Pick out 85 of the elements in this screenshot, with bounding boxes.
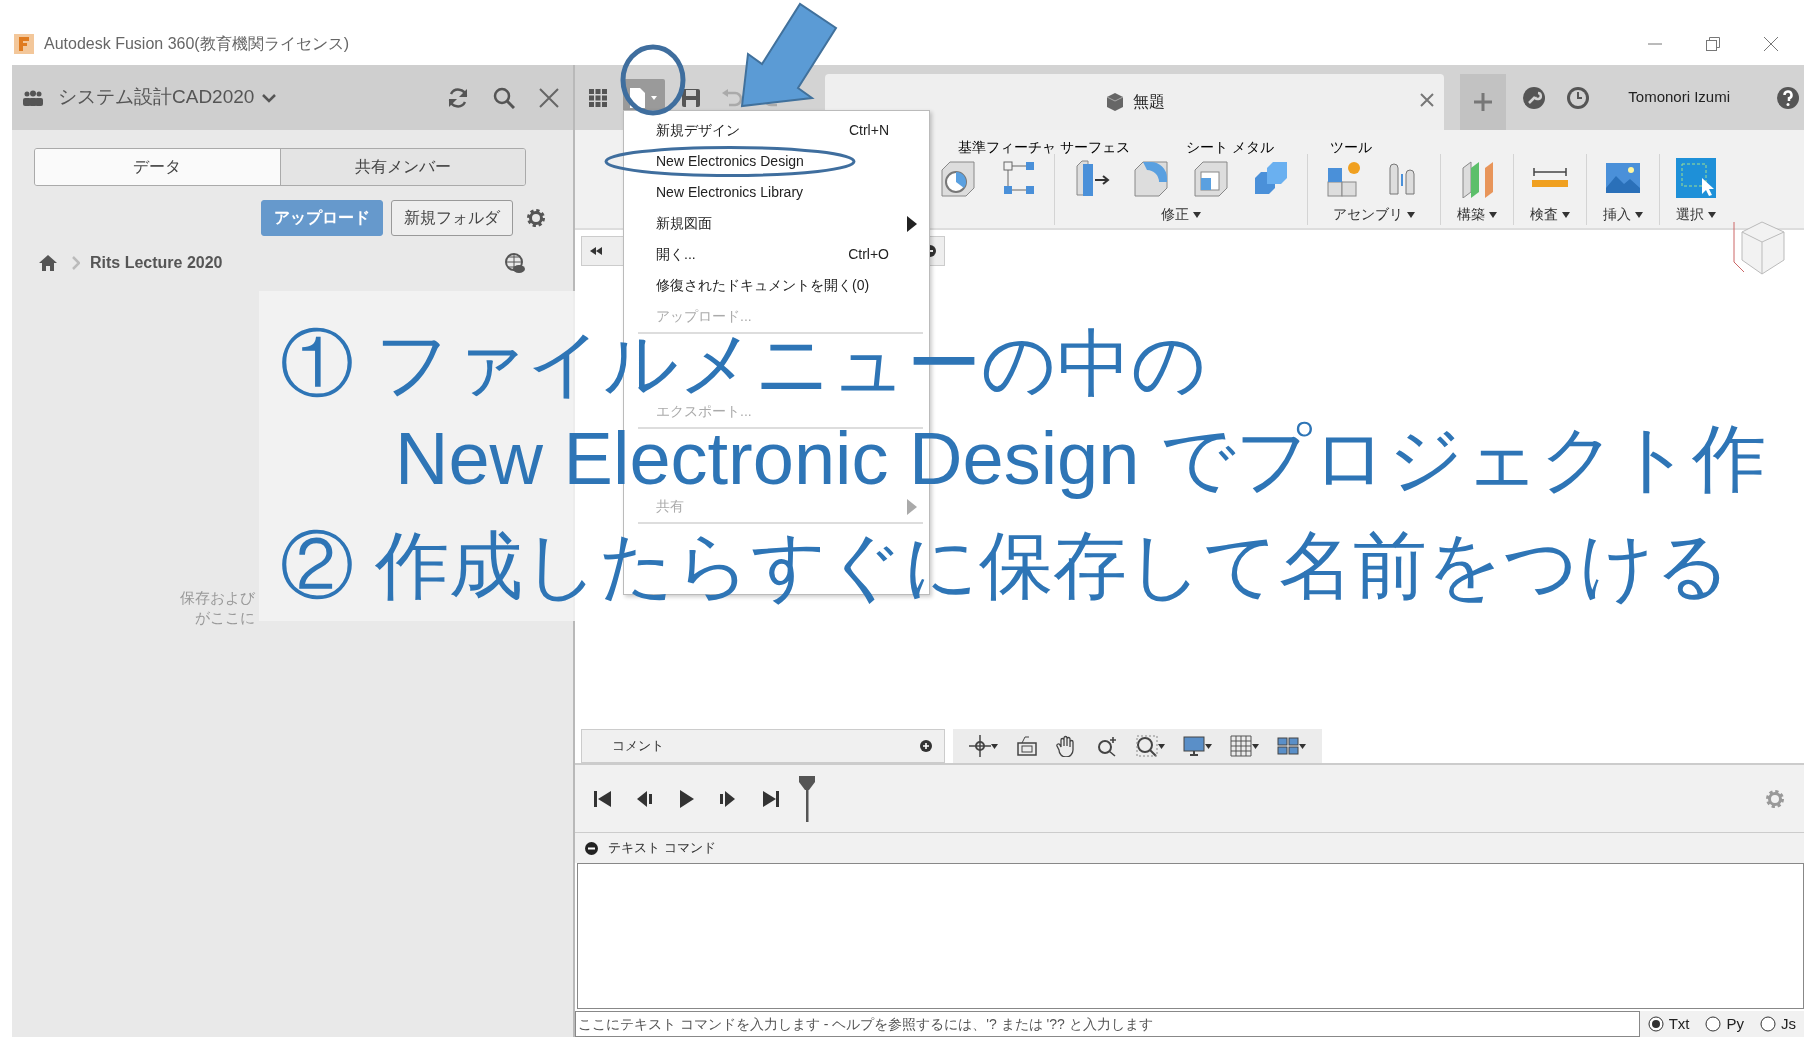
ribbon-group-dropdown[interactable]: 検査	[1530, 204, 1570, 225]
chevron-right-icon	[72, 256, 80, 270]
empty-message: 保存および がここに	[179, 588, 255, 627]
help-icon	[1776, 85, 1800, 110]
caret-down-icon	[1407, 211, 1415, 218]
close-icon	[539, 87, 559, 108]
zoom-icon	[1096, 735, 1118, 757]
file-icon	[629, 86, 659, 109]
minimize-icon	[1648, 42, 1662, 45]
submenu-arrow-icon	[907, 498, 917, 515]
mode-radio[interactable]: Txt	[1647, 1012, 1698, 1036]
timeline-marker-icon	[799, 775, 815, 822]
caret-down-icon	[1193, 211, 1201, 218]
grid-icon	[589, 88, 607, 107]
circle-marker	[620, 44, 686, 116]
text-command-field[interactable]: ここにテキスト コマンドを入力します - ヘルプを参照するには、'? または '?? と入力します	[575, 1011, 1640, 1037]
ribbon-group-dropdown[interactable]: 構築	[1457, 204, 1497, 225]
caret-down-icon	[1299, 743, 1306, 749]
caret-down-icon	[1708, 211, 1716, 218]
collapse-button[interactable]	[585, 841, 598, 855]
close-icon	[1420, 93, 1435, 108]
ribbon-tab[interactable]: ツール	[1329, 137, 1372, 158]
plus-circle-icon	[920, 740, 932, 752]
caret-down-icon	[1635, 211, 1643, 218]
box-icon	[1104, 92, 1125, 112]
breadcrumb-link[interactable]: Rits Lecture 2020	[90, 251, 223, 275]
look-at-icon	[1016, 735, 1038, 757]
home-icon	[38, 254, 58, 272]
collapse-left-icon	[590, 247, 602, 255]
menu-item[interactable]: 新規図面	[624, 208, 929, 239]
viewports-icon	[1277, 735, 1299, 757]
callout-text: ② 作成したらすぐに保存して名前をつける	[280, 528, 1731, 605]
undo-icon	[721, 88, 743, 107]
mode-radio[interactable]: Js	[1760, 1012, 1804, 1036]
skip-end-icon	[761, 788, 781, 809]
minus-circle-icon	[585, 841, 598, 855]
fillet-icon	[1131, 158, 1171, 198]
clock-icon	[1566, 85, 1591, 110]
user-account-button[interactable]: Tomonori Izumi	[1624, 82, 1734, 113]
select-icon	[1676, 158, 1716, 198]
caret-down-icon	[1562, 211, 1570, 218]
panel-tab[interactable]: データ	[35, 149, 280, 185]
search-icon	[493, 86, 515, 109]
ribbon-group-dropdown[interactable]: 選択	[1676, 204, 1716, 225]
close-icon	[1764, 36, 1778, 51]
caret-down-icon	[1205, 743, 1212, 749]
grid-icon	[1230, 735, 1252, 757]
menu-item[interactable]: New Electronics Library	[624, 177, 929, 208]
hole-icon	[938, 158, 978, 198]
display-icon	[1183, 735, 1205, 757]
chevron-down-icon	[262, 92, 277, 103]
save-icon	[681, 87, 701, 108]
caret-down-icon	[1158, 743, 1165, 749]
step-back-icon	[635, 788, 655, 809]
skip-start-icon	[593, 788, 613, 809]
menu-item[interactable]: 開く... Ctrl+O	[624, 239, 929, 270]
caret-down-icon	[991, 743, 998, 749]
app-logo-icon	[14, 33, 34, 54]
gear-icon	[1764, 787, 1786, 810]
panel-tab[interactable]: 共有メンバー	[279, 149, 525, 185]
team-icon	[22, 89, 44, 106]
ribbon-group-dropdown[interactable]: 修正	[1161, 204, 1201, 225]
caret-down-icon	[1489, 211, 1497, 218]
mode-radio[interactable]: Py	[1705, 1012, 1752, 1036]
restore-icon	[1706, 36, 1720, 51]
orbit-icon	[969, 735, 991, 757]
gear-icon	[525, 207, 547, 229]
menu-item[interactable]: 修復されたドキュメントを開く(0)	[624, 270, 929, 301]
panel-title: テキスト コマンド	[608, 839, 716, 858]
fit-zoom-icon	[1136, 735, 1158, 757]
new-tab-button[interactable]	[1460, 74, 1507, 130]
ribbon-group-dropdown[interactable]: アセンブリ	[1333, 204, 1415, 225]
ribbon-group-dropdown[interactable]: 挿入	[1603, 204, 1643, 225]
caret-down-icon	[1252, 743, 1259, 749]
new-folder-button[interactable]: 新規フォルダ	[391, 200, 513, 236]
ribbon-tab[interactable]: シート メタル	[1185, 137, 1274, 158]
ribbon-tab[interactable]: 基準フィーチャ サーフェス	[958, 137, 1130, 158]
comment-bar: コメント	[581, 729, 945, 763]
wrench-icon	[1522, 85, 1547, 110]
submenu-arrow-icon	[907, 215, 917, 232]
shell-icon	[1191, 158, 1231, 198]
globe-icon	[504, 252, 526, 274]
window-title: Autodesk Fusion 360(教育機関ライセンス)	[44, 33, 349, 54]
plus-icon	[1473, 92, 1494, 112]
refresh-icon	[447, 86, 469, 109]
